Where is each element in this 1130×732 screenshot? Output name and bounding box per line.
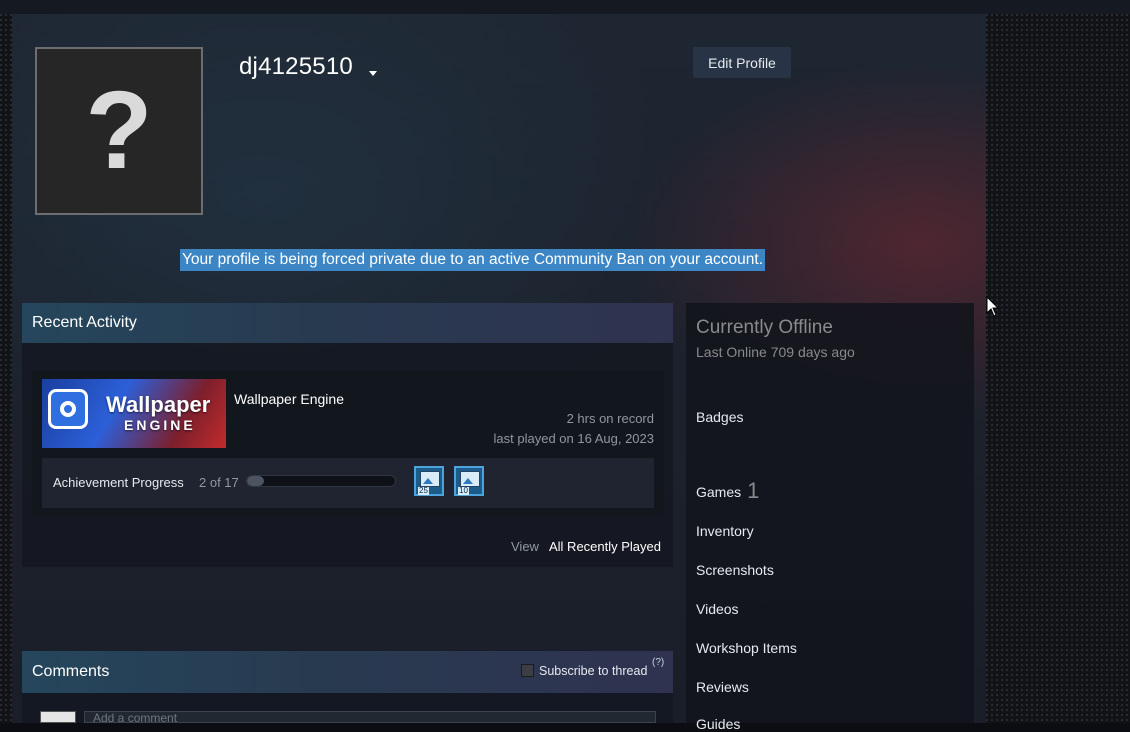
community-ban-message: Your profile is being forced private due… — [180, 249, 766, 271]
capsule-title: Wallpaper — [106, 392, 211, 417]
mouse-cursor-icon — [986, 296, 1000, 317]
sidebar-link-reviews[interactable]: Reviews — [696, 679, 749, 695]
sidebar-link-screenshots[interactable]: Screenshots — [696, 562, 774, 578]
games-count: 1 — [747, 478, 760, 503]
recent-activity-title: Recent Activity — [22, 303, 673, 343]
view-label: View — [511, 539, 539, 554]
capsule-subtitle: ENGINE — [124, 417, 196, 433]
achievement-progress-fill — [247, 476, 265, 486]
persona-name-dropdown[interactable]: dj4125510 — [239, 53, 353, 81]
last-online: Last Online 709 days ago — [696, 344, 855, 360]
commenter-avatar — [40, 711, 76, 723]
background-pattern-left — [0, 14, 12, 723]
game-name-link[interactable]: Wallpaper Engine — [234, 391, 344, 407]
help-icon[interactable]: (?) — [652, 657, 664, 668]
game-last-played: last played on 16 Aug, 2023 — [493, 431, 654, 446]
edit-profile-button[interactable]: Edit Profile — [693, 47, 791, 78]
subscribe-checkbox[interactable] — [521, 664, 534, 677]
achievement-image-icon[interactable]: 10 — [454, 466, 484, 496]
background-pattern-right — [986, 14, 1130, 723]
achievement-progress-label[interactable]: Achievement Progress — [53, 475, 184, 490]
achievement-count: 2 of 17 — [199, 475, 239, 490]
all-recently-played-link[interactable]: All Recently Played — [549, 539, 661, 554]
question-mark-icon: ? — [85, 69, 153, 192]
achievement-progress-bar — [246, 475, 396, 487]
caret-down-icon[interactable] — [369, 71, 377, 76]
sidebar-link-badges[interactable]: Badges — [696, 409, 743, 425]
sidebar-link-videos[interactable]: Videos — [696, 601, 739, 617]
sidebar-games-label: Games — [696, 484, 742, 500]
subscribe-label[interactable]: Subscribe to thread — [539, 664, 647, 678]
sidebar-link-inventory[interactable]: Inventory — [696, 523, 754, 539]
sidebar-link-games[interactable]: Games 1 — [696, 478, 759, 504]
image-icon — [420, 471, 440, 487]
comment-input[interactable]: Add a comment — [84, 711, 656, 723]
game-hours: 2 hrs on record — [566, 411, 654, 426]
achievement-badge-number: 25 — [418, 486, 429, 495]
achievement-badge-number: 10 — [458, 486, 469, 495]
sidebar-link-workshop-items[interactable]: Workshop Items — [696, 640, 797, 656]
sidebar-link-guides[interactable]: Guides — [696, 716, 740, 732]
game-capsule-image[interactable]: Wallpaper ENGINE — [42, 379, 226, 448]
comments-title: Comments — [32, 663, 110, 680]
avatar: ? — [35, 47, 203, 215]
profile-sidebar — [686, 303, 974, 723]
achievement-image-icon[interactable]: 25 — [414, 466, 444, 496]
online-status: Currently Offline — [696, 317, 833, 338]
wallpaper-engine-logo-icon — [48, 389, 88, 429]
image-icon — [460, 471, 480, 487]
top-bar — [0, 0, 1130, 14]
